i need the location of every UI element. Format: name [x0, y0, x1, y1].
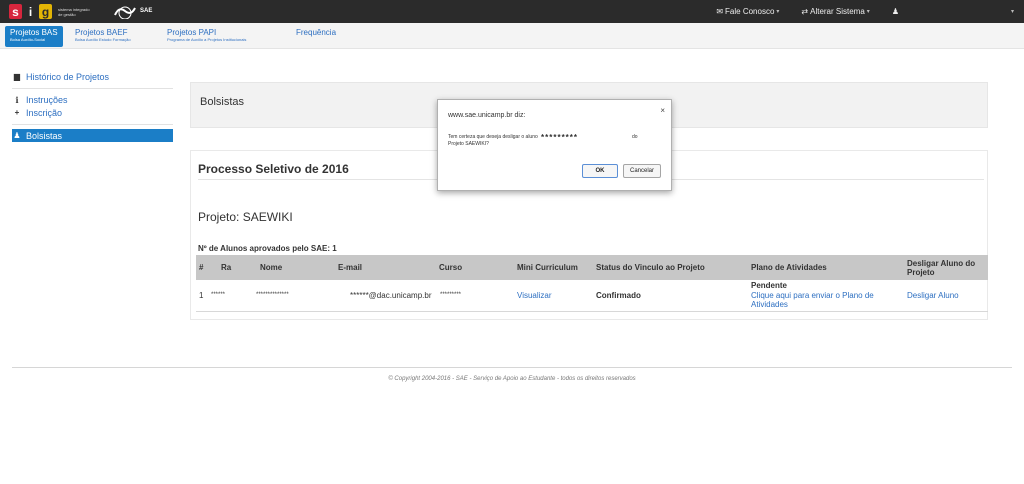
- fale-conosco-label: Fale Conosco: [725, 7, 775, 16]
- sidebar-divider: [12, 124, 173, 125]
- sig-logo-subtitle: sistema integrado de gestão: [58, 6, 90, 17]
- sidebar-item-label: Instruções: [26, 94, 68, 105]
- project-label: Projeto: SAEWIKI: [198, 210, 293, 224]
- cell-index: 1: [199, 291, 204, 300]
- table-header: # Ra Nome E-mail Curso Mini Curriculum S…: [196, 255, 988, 280]
- column-header: #: [199, 263, 204, 272]
- cell-status: Confirmado: [596, 291, 641, 300]
- tab-subtitle: Bolsa Auxílio Estudo Formação: [75, 37, 131, 42]
- sig-logo-letter-s: s: [9, 4, 22, 19]
- cell-nome: **************: [256, 292, 289, 298]
- table-row: 1 ****** ************** ******@dac.unica…: [196, 280, 988, 312]
- sidebar-item-inscricao[interactable]: + Inscrição: [12, 106, 173, 119]
- tab-projetos-baef[interactable]: Projetos BAEF Bolsa Auxílio Estudo Forma…: [70, 26, 136, 47]
- info-icon: i: [15, 94, 19, 105]
- sidebar-item-instrucoes[interactable]: i Instruções: [12, 93, 173, 106]
- plano-status: Pendente: [751, 281, 788, 290]
- chevron-down-icon: ▾: [1010, 9, 1014, 15]
- column-header: Plano de Atividades: [751, 263, 827, 272]
- chevron-down-icon: ▾: [866, 9, 870, 15]
- chevron-down-icon: ▾: [776, 9, 780, 15]
- approved-label: Nº de Alunos aprovados pelo SAE:: [198, 244, 330, 253]
- user-icon: ♟: [13, 131, 21, 140]
- tab-title: Projetos BAS: [10, 28, 58, 37]
- page-title: Bolsistas: [200, 96, 245, 108]
- dialog-title: www.sae.unicamp.br diz:: [448, 112, 526, 119]
- footer-copyright: © Copyright 2004-2016 - SAE - Serviço de…: [388, 376, 636, 382]
- sidebar-item-label: Inscrição: [26, 107, 63, 118]
- column-header: Nome: [260, 263, 283, 272]
- enviar-plano-link[interactable]: Clique aqui para enviar o Plano de Ativi…: [751, 291, 896, 309]
- sig-logo-letter-i: i: [24, 4, 37, 19]
- tab-title: Projetos BAEF: [75, 28, 128, 37]
- approved-value: 1: [332, 244, 337, 253]
- cancel-button[interactable]: Cancelar: [623, 164, 661, 178]
- cell-ra: ******: [211, 292, 226, 298]
- dialog-message-line2: Projeto SAEWIKI?: [448, 141, 489, 147]
- dialog-message: Tem certeza que deseja desligar o aluno …: [448, 134, 618, 148]
- project-tabs: Projetos BAS Bolsa Auxílio-Social Projet…: [0, 23, 1024, 49]
- tab-frequencia[interactable]: Frequência: [291, 26, 341, 47]
- column-header: Status do Vinculo ao Projeto: [596, 263, 705, 272]
- dialog-message-text: Tem certeza que deseja desligar o aluno: [448, 134, 538, 140]
- sae-logo[interactable]: SAE: [113, 3, 152, 20]
- column-header: Desligar Aluno do Projeto: [907, 258, 976, 277]
- column-header: E-mail: [338, 263, 363, 272]
- tab-title: Projetos PAPI: [167, 28, 217, 37]
- confirm-dialog: www.sae.unicamp.br diz: × Tem certeza qu…: [437, 99, 672, 191]
- sae-logo-text: SAE: [140, 8, 153, 14]
- sig-logo[interactable]: s i g sistema integrado de gestão: [9, 3, 90, 20]
- close-icon[interactable]: ×: [660, 106, 665, 115]
- column-header: Mini Curriculum: [517, 263, 578, 272]
- tab-projetos-papi[interactable]: Projetos PAPI Programa de Auxílio a Proj…: [162, 26, 251, 47]
- tab-projetos-bas[interactable]: Projetos BAS Bolsa Auxílio-Social: [5, 26, 63, 47]
- envelope-icon: ✉: [716, 7, 724, 16]
- dialog-message-tail: do: [632, 134, 638, 140]
- column-header: Ra: [221, 263, 232, 272]
- sidebar-item-bolsistas[interactable]: ♟ Bolsistas: [12, 129, 173, 142]
- user-icon: ♟: [891, 7, 899, 16]
- sidebar-item-label: Bolsistas: [26, 130, 63, 141]
- cell-curso: *********: [440, 292, 462, 298]
- plus-icon: +: [14, 108, 20, 117]
- swap-icon: ⇄: [801, 7, 809, 16]
- desligar-aluno-link[interactable]: Desligar Aluno: [907, 291, 959, 300]
- top-bar: s i g sistema integrado de gestão SAE ✉ …: [0, 0, 1024, 23]
- dialog-masked-name: *********: [541, 133, 579, 142]
- alterar-sistema-label: Alterar Sistema: [810, 7, 865, 16]
- sidebar-divider: [12, 88, 173, 89]
- sae-wave-icon: [114, 6, 136, 19]
- tab-title: Frequência: [296, 28, 337, 37]
- sidebar: ▆ Histórico de Projetos i Instruções + I…: [12, 70, 173, 142]
- sig-logo-letter-g: g: [39, 4, 52, 19]
- sidebar-item-historico[interactable]: ▆ Histórico de Projetos: [12, 70, 173, 83]
- alterar-sistema-menu[interactable]: ⇄ Alterar Sistema ▾: [801, 7, 869, 16]
- approved-count: Nº de Alunos aprovados pelo SAE: 1: [198, 244, 337, 253]
- user-menu[interactable]: ♟ ▾: [892, 7, 1014, 16]
- column-header: Curso: [439, 263, 463, 272]
- visualizar-link[interactable]: Visualizar: [517, 291, 552, 300]
- cell-email: ******@dac.unicamp.br: [350, 291, 432, 300]
- footer-divider: [12, 367, 1012, 368]
- tab-subtitle: Bolsa Auxílio-Social: [10, 37, 46, 42]
- folder-icon: ▆: [13, 72, 21, 81]
- tab-subtitle: Programa de Auxílio a Projetos Instituci…: [167, 37, 247, 42]
- sidebar-item-label: Histórico de Projetos: [26, 71, 110, 82]
- fale-conosco-menu[interactable]: ✉ Fale Conosco ▾: [716, 7, 779, 16]
- ok-button[interactable]: OK: [582, 164, 618, 178]
- process-title: Processo Seletivo de 2016: [198, 162, 349, 176]
